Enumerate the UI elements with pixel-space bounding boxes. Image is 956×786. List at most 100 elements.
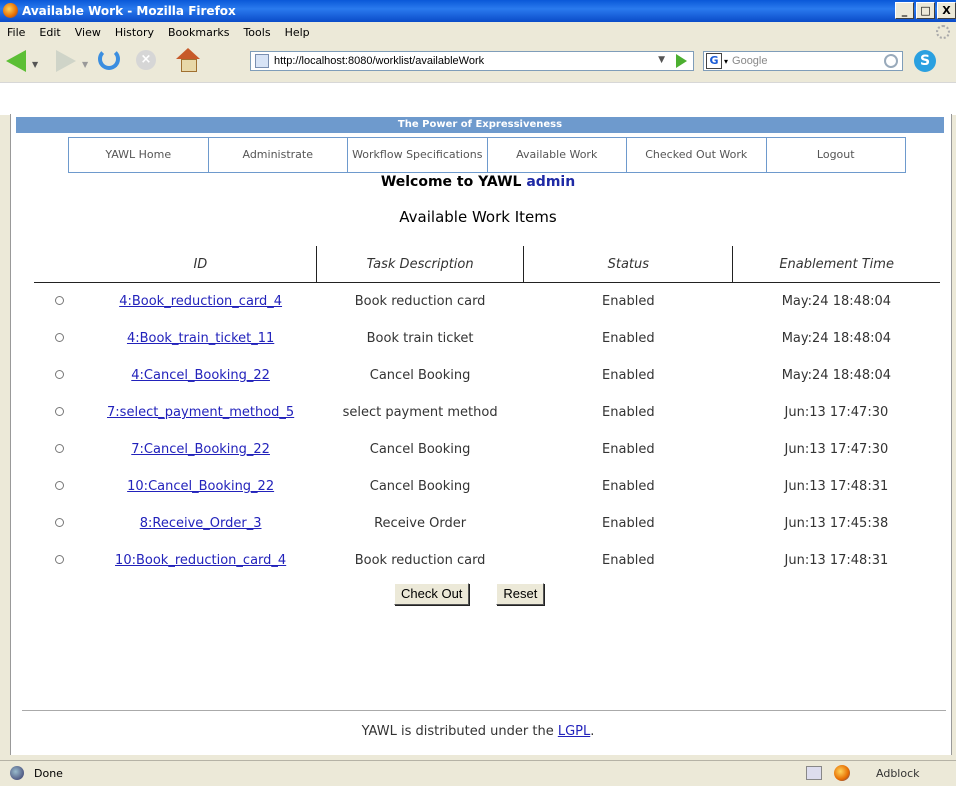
content-area-top [0, 82, 956, 115]
footer-divider [22, 710, 946, 711]
search-box[interactable]: G ▾ Google [703, 51, 903, 71]
stop-icon[interactable]: × [136, 50, 156, 70]
enablement-time: May:24 18:48:04 [781, 331, 892, 346]
status: Enabled [602, 294, 655, 309]
yawl-nav: YAWL Home Administrate Workflow Specific… [68, 137, 906, 173]
row-select-radio[interactable] [54, 444, 64, 453]
table-row: 8:Receive_Order_3 Receive Order Enabled … [34, 505, 940, 542]
nav-yawl-home[interactable]: YAWL Home [69, 138, 209, 172]
table-row: 4:Cancel_Booking_22 Cancel Booking Enabl… [34, 357, 940, 394]
enablement-time: Jun:13 17:45:38 [784, 516, 889, 531]
url-bar[interactable]: http://localhost:8080/worklist/available… [250, 51, 694, 71]
search-placeholder[interactable]: Google [732, 55, 767, 67]
work-item-link[interactable]: 10:Book_reduction_card_4 [115, 553, 286, 568]
status: Enabled [602, 553, 655, 568]
nav-available-work[interactable]: Available Work [488, 138, 627, 172]
task-description: Book train ticket [366, 331, 474, 346]
task-description: select payment method [342, 405, 498, 420]
url-dropdown-icon[interactable]: ▼ [658, 55, 665, 65]
forward-arrow-icon[interactable] [56, 50, 76, 72]
work-item-link[interactable]: 4:Book_reduction_card_4 [119, 294, 282, 309]
firefox-icon [3, 3, 18, 18]
status: Enabled [602, 479, 655, 494]
status: Enabled [602, 442, 655, 457]
form-buttons: Check Out Reset [394, 583, 545, 605]
task-description: Book reduction card [354, 553, 486, 568]
table-row: 7:Cancel_Booking_22 Cancel Booking Enabl… [34, 431, 940, 468]
row-select-radio[interactable] [54, 555, 64, 564]
row-select-radio[interactable] [54, 481, 64, 490]
url-text[interactable]: http://localhost:8080/worklist/available… [274, 55, 484, 67]
enablement-time: Jun:13 17:47:30 [784, 442, 889, 457]
close-button[interactable]: X [937, 2, 956, 19]
lgpl-link[interactable]: LGPL [558, 724, 590, 739]
back-history-dropdown-icon[interactable]: ▼ [32, 60, 38, 69]
column-header-status: Status [523, 246, 733, 283]
footer-text: YAWL is distributed under the [361, 724, 558, 739]
favicon-icon [255, 54, 269, 68]
enablement-time: Jun:13 17:47:30 [784, 405, 889, 420]
status: Enabled [602, 516, 655, 531]
search-engine-dropdown-icon[interactable]: ▾ [724, 57, 728, 66]
nav-logout[interactable]: Logout [767, 138, 906, 172]
table-row: 4:Book_train_ticket_11 Book train ticket… [34, 320, 940, 357]
task-description: Cancel Booking [369, 479, 471, 494]
welcome-user: admin [526, 174, 576, 190]
status: Enabled [602, 331, 655, 346]
work-item-link[interactable]: 4:Book_train_ticket_11 [127, 331, 274, 346]
nav-checked-out-work[interactable]: Checked Out Work [627, 138, 767, 172]
maximize-button[interactable]: □ [916, 2, 935, 19]
reset-button[interactable]: Reset [496, 583, 545, 605]
home-icon-body[interactable] [181, 59, 197, 72]
forward-history-dropdown-icon[interactable]: ▼ [82, 60, 88, 69]
skype-icon[interactable]: S [914, 50, 936, 72]
work-item-link[interactable]: 10:Cancel_Booking_22 [127, 479, 274, 494]
nav-administrate[interactable]: Administrate [209, 138, 348, 172]
column-header-enablement-time: Enablement Time [732, 246, 940, 283]
menu-file[interactable]: File [0, 26, 32, 39]
table-row: 4:Book_reduction_card_4 Book reduction c… [34, 283, 940, 321]
work-item-link[interactable]: 7:select_payment_method_5 [107, 405, 294, 420]
status: Enabled [602, 368, 655, 383]
minimize-button[interactable]: _ [895, 2, 914, 19]
row-select-radio[interactable] [54, 333, 64, 342]
welcome-text: Welcome to YAWL [380, 174, 527, 190]
search-engine-icon[interactable]: G [706, 53, 722, 69]
menu-view[interactable]: View [68, 26, 108, 39]
back-arrow-icon[interactable] [6, 50, 26, 72]
reload-icon[interactable] [98, 48, 120, 70]
column-header-id: ID [84, 246, 317, 283]
menu-bookmarks[interactable]: Bookmarks [161, 26, 236, 39]
row-select-radio[interactable] [54, 407, 64, 416]
footer-period: . [590, 724, 595, 739]
firefox-status-icon[interactable] [834, 765, 850, 781]
task-description: Receive Order [374, 516, 467, 531]
enablement-time: Jun:13 17:48:31 [784, 479, 889, 494]
row-select-radio[interactable] [54, 370, 64, 379]
menu-history[interactable]: History [108, 26, 161, 39]
adblock-label[interactable]: Adblock [876, 767, 920, 780]
window-titlebar: Available Work - Mozilla Firefox _ □ X [0, 0, 956, 22]
nav-workflow-specifications[interactable]: Workflow Specifications [348, 138, 488, 172]
search-icon[interactable] [884, 54, 898, 68]
row-select-radio[interactable] [54, 518, 64, 527]
table-row: 10:Book_reduction_card_4 Book reduction … [34, 542, 940, 579]
menu-help[interactable]: Help [278, 26, 317, 39]
check-out-button[interactable]: Check Out [394, 583, 470, 605]
work-item-link[interactable]: 8:Receive_Order_3 [140, 516, 262, 531]
table-row: 7:select_payment_method_5 select payment… [34, 394, 940, 431]
row-select-radio[interactable] [54, 296, 64, 305]
footer: YAWL is distributed under the LGPL. [0, 724, 956, 739]
home-icon[interactable] [176, 48, 200, 59]
page-info-icon[interactable] [806, 766, 822, 780]
go-icon[interactable] [676, 54, 687, 68]
work-item-link[interactable]: 4:Cancel_Booking_22 [131, 368, 270, 383]
page-title: Available Work Items [399, 208, 557, 226]
menu-tools[interactable]: Tools [236, 26, 277, 39]
menu-edit[interactable]: Edit [32, 26, 67, 39]
work-item-link[interactable]: 7:Cancel_Booking_22 [131, 442, 270, 457]
task-description: Cancel Booking [369, 368, 471, 383]
throbber-icon [936, 25, 950, 39]
task-description: Cancel Booking [369, 442, 471, 457]
task-description: Book reduction card [354, 294, 486, 309]
